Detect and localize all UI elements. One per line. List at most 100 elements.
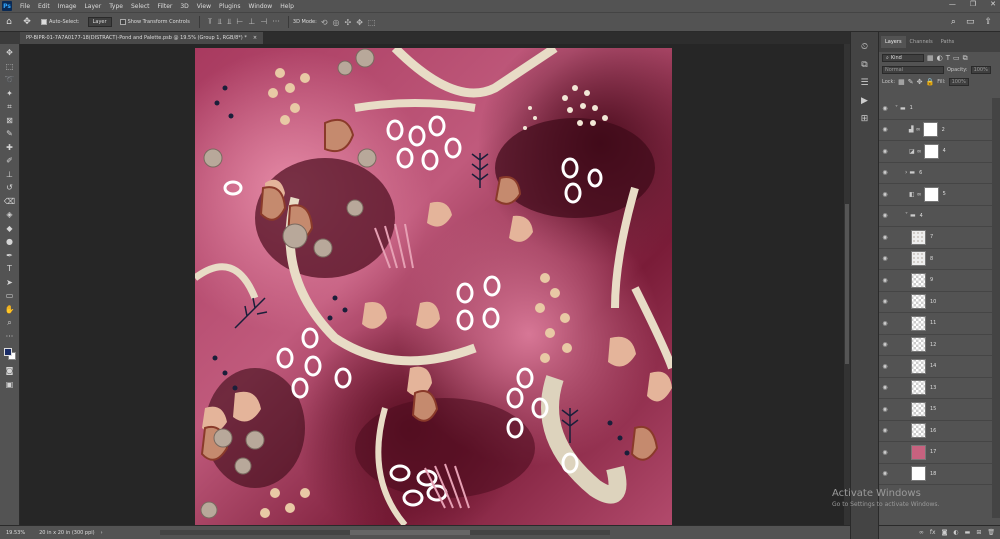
lock-transparent-icon[interactable]: ▦ — [898, 78, 905, 86]
eye-icon[interactable]: ◉ — [879, 105, 891, 112]
lock-position-icon[interactable]: ✥ — [917, 78, 923, 86]
menu-window[interactable]: Window — [245, 3, 277, 10]
trash-icon[interactable]: 🗑 — [987, 529, 995, 536]
add-mask-icon[interactable]: ◙ — [942, 529, 948, 536]
smart-filter-icon[interactable]: ⧉ — [963, 54, 968, 63]
scroll-thumb[interactable] — [845, 204, 849, 364]
more-options-icon[interactable]: ··· — [272, 17, 280, 27]
layer-row[interactable]: ◉ 8 — [879, 249, 993, 270]
layer-name[interactable]: 13 — [930, 385, 936, 391]
menu-plugins[interactable]: Plugins — [215, 3, 245, 10]
layer-row[interactable]: ◉ 17 — [879, 442, 993, 464]
3d-roll-icon[interactable]: ◎ — [333, 18, 340, 27]
layer-name[interactable]: 8 — [930, 256, 933, 262]
3d-scale-icon[interactable]: ⬚ — [368, 18, 376, 27]
layer-thumbnail[interactable] — [911, 380, 926, 396]
tab-channels[interactable]: Channels — [906, 36, 937, 48]
layer-name[interactable]: 15 — [930, 406, 936, 412]
layer-thumbnail[interactable] — [911, 337, 926, 353]
align-bottom-icon[interactable]: ⫫ — [227, 17, 232, 27]
menu-file[interactable]: File — [16, 3, 34, 10]
auto-select-dropdown[interactable]: Layer — [87, 17, 112, 27]
layer-name[interactable]: 4 — [920, 213, 923, 219]
menu-3d[interactable]: 3D — [176, 3, 192, 10]
eye-icon[interactable]: ◉ — [879, 320, 891, 327]
menu-select[interactable]: Select — [127, 3, 154, 10]
type-tool-icon[interactable]: T — [3, 262, 17, 276]
eye-icon[interactable]: ◉ — [879, 406, 891, 413]
layer-thumbnail[interactable] — [911, 423, 926, 439]
adjustment-layer-icon[interactable]: ◐ — [953, 529, 958, 536]
fill-input[interactable]: 100% — [948, 78, 969, 86]
layer-name[interactable]: 16 — [930, 428, 936, 434]
layer-thumbnail[interactable] — [911, 444, 926, 460]
layer-thumbnail[interactable] — [911, 358, 926, 374]
layer-row[interactable]: ◉ 10 — [879, 292, 993, 313]
layer-name[interactable]: 10 — [930, 299, 936, 305]
minimize-icon[interactable]: — — [949, 0, 956, 8]
pen-tool-icon[interactable]: ✒ — [3, 249, 17, 263]
properties-panel-icon[interactable]: ⧉ — [861, 60, 867, 70]
history-panel-icon[interactable]: ⏲ — [861, 42, 868, 52]
new-layer-icon[interactable]: ⊞ — [976, 529, 981, 536]
align-top-icon[interactable]: ⫪ — [208, 17, 213, 27]
layer-name[interactable]: 2 — [942, 127, 945, 133]
layer-name[interactable]: 6 — [919, 170, 922, 176]
align-left-icon[interactable]: ⊢ — [236, 17, 243, 27]
layer-thumbnail[interactable] — [911, 251, 926, 267]
layer-row[interactable]: ◉ 11 — [879, 313, 993, 335]
layer-name[interactable]: 9 — [930, 277, 933, 283]
eye-icon[interactable]: ◉ — [879, 277, 891, 284]
menu-edit[interactable]: Edit — [34, 3, 54, 10]
layer-row[interactable]: ◉ 9 — [879, 270, 993, 292]
marquee-tool-icon[interactable]: ⬚ — [3, 60, 17, 74]
menu-type[interactable]: Type — [105, 3, 127, 10]
foreground-color[interactable] — [3, 348, 12, 356]
layer-row[interactable]: ◉ ˅ ▬ 1 — [879, 98, 993, 120]
blend-mode-dropdown[interactable]: Normal — [882, 66, 944, 74]
home-icon[interactable]: ⌂ — [3, 16, 15, 28]
document-tab[interactable]: PP-BIPR-01-7A7A0177-18(DISTRACT)-Pond an… — [20, 32, 264, 44]
artwork-canvas[interactable] — [195, 48, 672, 525]
magic-wand-icon[interactable]: ✦ — [3, 87, 17, 101]
layer-name[interactable]: 4 — [943, 148, 946, 154]
eye-icon[interactable]: ◉ — [879, 169, 891, 176]
layer-name[interactable]: 11 — [930, 320, 936, 326]
healing-brush-icon[interactable]: ✚ — [3, 141, 17, 155]
auto-select-box[interactable] — [41, 19, 47, 25]
type-filter-icon[interactable]: T — [946, 54, 950, 62]
3d-pan-icon[interactable]: ✣ — [345, 18, 352, 27]
transform-controls-checkbox[interactable]: Show Transform Controls — [119, 19, 190, 25]
menu-image[interactable]: Image — [54, 3, 81, 10]
blur-tool-icon[interactable]: ◆ — [3, 222, 17, 236]
layer-row[interactable]: ◉ 18 — [879, 464, 993, 485]
eye-icon[interactable]: ◉ — [879, 427, 891, 434]
eye-icon[interactable]: ◉ — [879, 363, 891, 370]
opacity-input[interactable]: 100% — [970, 66, 991, 74]
actions-panel-icon[interactable]: ▶ — [861, 96, 868, 106]
adjustment-filter-icon[interactable]: ◐ — [937, 54, 943, 62]
move-tool-icon[interactable]: ✥ — [3, 46, 17, 60]
layer-mask-thumbnail[interactable] — [923, 143, 939, 159]
layer-row[interactable]: ◉ ˅ ▬ 4 — [879, 206, 993, 227]
color-swatches[interactable] — [3, 346, 17, 364]
frame-tool-icon[interactable]: ⊠ — [3, 114, 17, 128]
layer-name[interactable]: 1 — [910, 105, 913, 111]
document-info[interactable]: 20 in x 20 in (300 ppi) — [39, 530, 95, 536]
kind-filter-dropdown[interactable]: ⌕ Kind — [882, 54, 924, 62]
layer-name[interactable]: 17 — [930, 449, 936, 455]
hand-tool-icon[interactable]: ✋ — [3, 303, 17, 317]
horizontal-scrollbar[interactable] — [160, 530, 610, 535]
auto-select-checkbox[interactable]: Auto-Select: — [41, 19, 80, 25]
chevron-down-icon[interactable]: ˅ — [905, 212, 908, 219]
menu-view[interactable]: View — [193, 3, 215, 10]
tab-layers[interactable]: Layers — [881, 36, 906, 48]
3d-slide-icon[interactable]: ✥ — [356, 18, 363, 27]
layers-scrollbar[interactable] — [992, 98, 1000, 518]
lock-image-icon[interactable]: ✎ — [908, 78, 914, 86]
layer-name[interactable]: 7 — [930, 234, 933, 240]
layer-row[interactable]: ◉ 15 — [879, 399, 993, 421]
shape-tool-icon[interactable]: ▭ — [3, 289, 17, 303]
layer-name[interactable]: 5 — [943, 191, 946, 197]
menu-help[interactable]: Help — [276, 3, 298, 10]
